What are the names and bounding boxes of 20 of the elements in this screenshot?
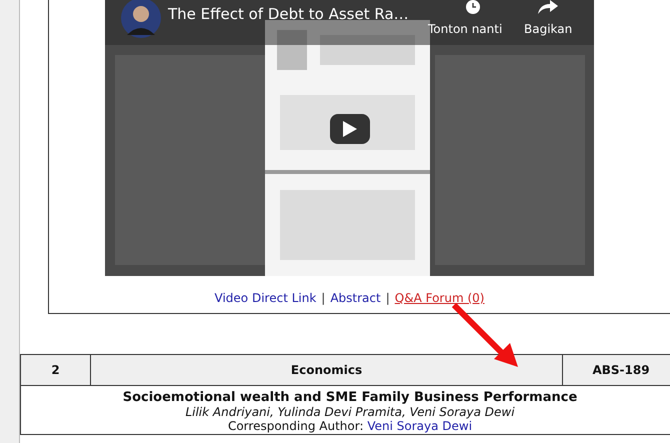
separator: | bbox=[386, 291, 390, 305]
separator: | bbox=[321, 291, 326, 305]
clock-icon[interactable] bbox=[464, 0, 482, 16]
share-button[interactable]: Bagikan bbox=[524, 20, 572, 38]
paper-title: Socioemotional wealth and SME Family Business Performance bbox=[122, 390, 578, 405]
link[interactable]: Q&A Forum (0) bbox=[394, 291, 484, 305]
link[interactable]: Abstract bbox=[330, 291, 381, 305]
table-cell: ABS-189 bbox=[562, 354, 670, 386]
author-list: Lilik Andriyani, Yulinda Devi Pramita, Veni Soraya Dewi bbox=[185, 405, 515, 419]
play-button[interactable] bbox=[330, 114, 370, 144]
link[interactable]: Video Direct Link bbox=[214, 291, 316, 305]
table-cell: 2 bbox=[20, 354, 90, 386]
author-link[interactable]: Veni Soraya Dewi bbox=[367, 419, 472, 433]
corresponding-label: Corresponding Author: bbox=[228, 419, 364, 433]
table-cell: Economics bbox=[90, 354, 562, 386]
watch-later-button[interactable]: Tonton nanti bbox=[428, 20, 502, 38]
share-icon[interactable] bbox=[538, 0, 558, 14]
video-title[interactable]: The Effect of Debt to Asset Ra… bbox=[168, 3, 409, 26]
play-icon[interactable] bbox=[343, 121, 357, 137]
avatar-icon[interactable] bbox=[120, 0, 162, 39]
